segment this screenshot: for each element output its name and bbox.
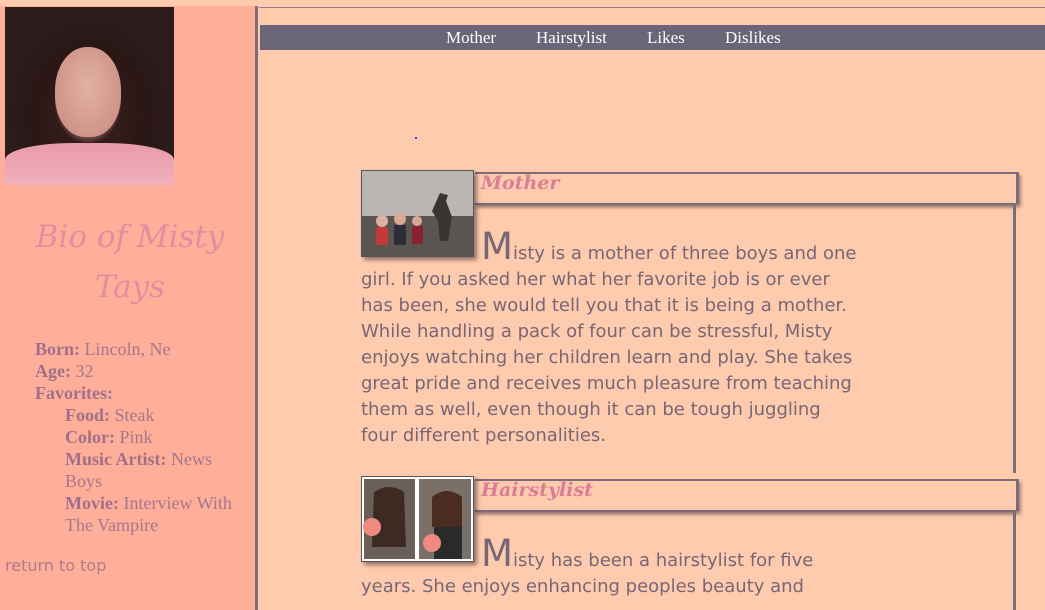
fact-label: Age:: [35, 361, 71, 381]
fact-value: Lincoln, Ne: [80, 339, 171, 359]
nav-link-hairstylist[interactable]: Hairstylist: [536, 25, 607, 50]
hairstylist-right-border: [1013, 510, 1016, 610]
mother-paragraph: Misty is a mother of three boys and one …: [361, 228, 861, 449]
nav-link-likes[interactable]: Likes: [647, 25, 685, 50]
fact-label: Movie:: [65, 493, 119, 513]
fact-value: Pink: [114, 427, 153, 447]
fact-value: 32: [70, 361, 94, 381]
return-to-top-link[interactable]: return to top: [5, 556, 106, 575]
fact-label: Food:: [65, 405, 110, 425]
fact-color: Color: Pink: [35, 426, 250, 448]
nav-link-dislikes[interactable]: Dislikes: [725, 25, 781, 50]
bio-title: Bio of Misty Tays: [35, 219, 225, 305]
stray-dot: [415, 137, 417, 139]
nav-link-mother[interactable]: Mother: [446, 25, 496, 50]
fact-music-artist: Music Artist: News Boys: [35, 448, 250, 492]
top-nav: Mother Hairstylist Likes Dislikes: [260, 25, 1045, 50]
hairstylist-text: isty has been a hairstylist for five yea…: [361, 550, 814, 597]
dropcap: M: [481, 532, 513, 575]
section-title-mother: Mother: [481, 172, 560, 194]
bio-facts: Born: Lincoln, Ne Age: 32 Favorites: Foo…: [35, 338, 250, 536]
mother-text: isty is a mother of three boys and one g…: [361, 243, 857, 446]
section-title-hairstylist: Hairstylist: [481, 479, 593, 501]
fact-label: Color:: [65, 427, 115, 447]
fact-label: Favorites:: [35, 383, 113, 403]
sidebar: Bio of Misty Tays Born: Lincoln, Ne Age:…: [0, 0, 260, 610]
photo-shirt: [5, 143, 174, 185]
hairstylist-paragraph: Misty has been a hairstylist for five ye…: [361, 535, 861, 600]
fact-label: Music Artist:: [65, 449, 167, 469]
content-top-border: [259, 7, 1045, 8]
sidebar-top-strip: [0, 0, 260, 6]
fact-born: Born: Lincoln, Ne: [35, 338, 250, 360]
dropcap: M: [481, 225, 513, 268]
fact-age: Age: 32: [35, 360, 250, 382]
fact-label: Born:: [35, 339, 80, 359]
fact-food: Food: Steak: [35, 404, 250, 426]
fact-movie: Movie: Interview With The Vampire: [35, 492, 250, 536]
fact-value: Steak: [110, 405, 155, 425]
mother-header-line: [475, 203, 1016, 205]
fact-favorites: Favorites:: [35, 382, 250, 404]
mother-right-border: [1013, 203, 1016, 473]
photo-face: [55, 47, 121, 137]
profile-photo: [5, 7, 174, 185]
hairstylist-header-line: [475, 510, 1016, 512]
